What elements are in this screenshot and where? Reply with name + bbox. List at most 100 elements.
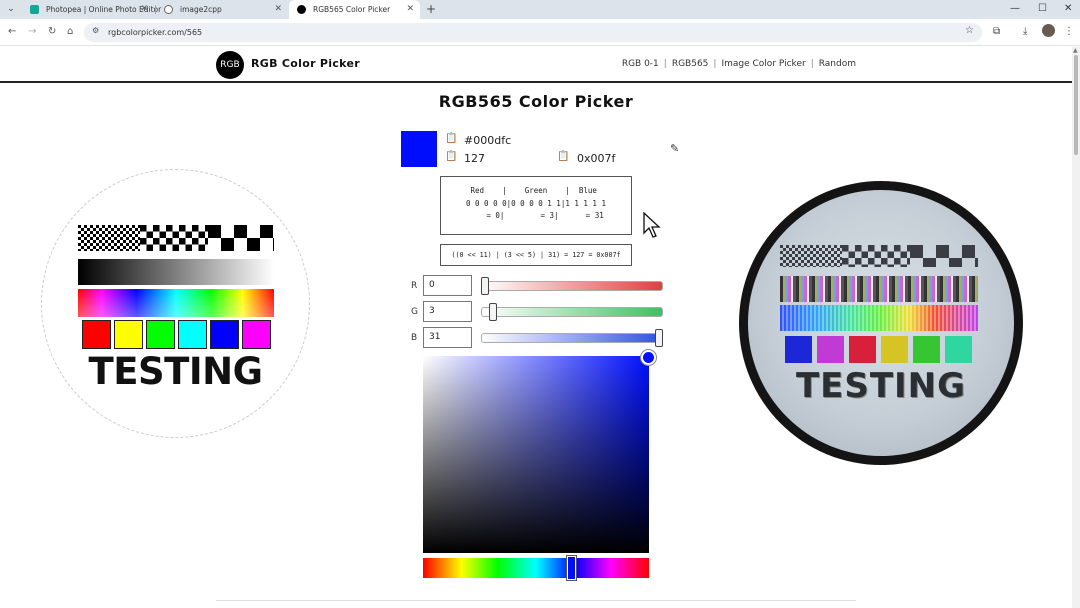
tab-photopea[interactable]: Photopea | Online Photo Editor ✕ [22, 0, 161, 19]
nav-link-image-picker[interactable]: Image Color Picker [721, 59, 805, 69]
clipboard-icon[interactable]: 📋 [557, 151, 569, 162]
grayscale-ramp [78, 259, 274, 285]
clipboard-icon[interactable]: 📋 [445, 133, 457, 144]
checker-cell [126, 249, 129, 251]
green-slider-thumb[interactable] [489, 303, 498, 321]
close-tab-icon[interactable]: ✕ [140, 0, 148, 19]
blue-input[interactable]: 31 [423, 327, 472, 348]
checker-cell [861, 251, 868, 258]
blue-slider-thumb[interactable] [655, 329, 663, 347]
checker-cell [78, 231, 81, 234]
checker-cell [786, 245, 789, 248]
checker-cell [117, 240, 120, 243]
checker-cell [923, 258, 936, 267]
forward-icon[interactable]: → [28, 25, 36, 39]
checker-cell [798, 245, 801, 248]
blue-slider[interactable] [481, 333, 663, 343]
picker-handle[interactable] [641, 350, 656, 365]
new-tab-button[interactable]: + [426, 0, 436, 18]
close-tab-icon[interactable]: ✕ [274, 0, 282, 19]
test-pattern-image: TESTING [41, 169, 310, 438]
checker-cell [138, 243, 140, 246]
checker-cell [792, 263, 795, 266]
nav-link-rgb565[interactable]: RGB565 [672, 59, 709, 69]
checker-cell [205, 238, 208, 245]
checker-cell [135, 234, 138, 237]
profile-avatar-icon[interactable] [1042, 24, 1055, 37]
close-tab-icon[interactable]: ✕ [406, 0, 414, 19]
more-menu-icon[interactable]: ⋮ [1064, 24, 1074, 40]
hex-value[interactable]: #000dfc [464, 134, 511, 147]
clipboard-icon[interactable]: 📋 [445, 151, 457, 162]
tab-image2cpp[interactable]: image2cpp ✕ [156, 0, 288, 19]
checker-cell [780, 263, 783, 266]
checker-cell [798, 257, 801, 260]
checker-cell [90, 249, 93, 251]
site-info-icon[interactable]: ⚙ [92, 26, 99, 35]
bits-binary: 0 0 0 0 0|0 0 0 0 1 1|1 1 1 1 1 [466, 198, 606, 208]
nav-link-rgb01[interactable]: RGB 0-1 [622, 59, 659, 69]
maximize-icon[interactable]: ☐ [1038, 0, 1047, 18]
back-icon[interactable]: ← [8, 25, 16, 39]
hue-slider[interactable] [423, 558, 649, 578]
checker-cell [78, 243, 81, 246]
home-icon[interactable]: ⌂ [67, 25, 73, 39]
checker-cell [260, 225, 273, 238]
nav-separator: | [713, 59, 717, 69]
decimal-value[interactable]: 127 [464, 152, 485, 165]
saturation-value-picker[interactable] [423, 356, 649, 553]
checker-cell [874, 251, 881, 258]
green-slider[interactable] [481, 307, 663, 317]
checker-cell [117, 228, 120, 231]
nav-link-random[interactable]: Random [819, 59, 856, 69]
checker-cell [881, 245, 888, 252]
tab-rgb565[interactable]: RGB565 Color Picker ✕ [289, 0, 420, 19]
red-slider-thumb[interactable] [481, 277, 489, 295]
checker-cell [813, 260, 816, 263]
bit-breakdown: Red | Green | Blue 0 0 0 0 0|0 0 0 0 1 1… [440, 176, 632, 235]
bits-header: Red | Green | Blue [470, 186, 602, 195]
checker-cell [135, 246, 138, 249]
checker-cell [949, 258, 962, 267]
checker-cell [789, 260, 792, 263]
tab-title: image2cpp [180, 5, 222, 14]
photo-color-square [881, 336, 908, 363]
url-text[interactable]: rgbcolorpicker.com/565 [108, 23, 202, 42]
checker-cell [837, 260, 840, 263]
scrollbar-thumb[interactable] [1074, 55, 1078, 155]
checker-cell [801, 248, 804, 251]
red-input[interactable]: 0 [423, 275, 472, 296]
reload-icon[interactable]: ↻ [48, 25, 56, 39]
checker-cell [108, 237, 111, 240]
red-slider[interactable] [481, 281, 663, 291]
download-icon[interactable]: ⤓ [1023, 24, 1027, 40]
close-window-icon[interactable]: ✕ [1064, 0, 1072, 18]
checker-cell [111, 240, 114, 243]
hex565-value[interactable]: 0x007f [577, 152, 615, 165]
site-logo[interactable]: RGB [216, 51, 244, 79]
checker-cell [96, 249, 99, 251]
extensions-icon[interactable]: ⧉ [993, 24, 1000, 40]
page-scrollbar[interactable]: ▲ [1072, 47, 1080, 608]
checker-cell [198, 231, 205, 238]
eyedropper-icon[interactable]: ✎ [670, 142, 679, 155]
checker-cell [93, 240, 96, 243]
minimize-icon[interactable]: — [1010, 0, 1020, 18]
checker-cell [90, 231, 93, 234]
checker-cell [132, 243, 135, 246]
chrome-menu-icon[interactable]: ⌄ [4, 3, 18, 16]
photopea-favicon-icon [30, 5, 39, 14]
checker-cell [87, 246, 90, 249]
scroll-up-icon[interactable]: ▲ [1073, 47, 1078, 54]
photo-color-square [849, 336, 876, 363]
checker-cell [837, 254, 840, 257]
checker-cell [123, 228, 126, 231]
checker-cell [842, 245, 849, 252]
checker-cell [816, 251, 819, 254]
hue-slider-thumb[interactable] [567, 556, 576, 580]
checker-cell [81, 240, 84, 243]
green-input[interactable]: 3 [423, 301, 472, 322]
bookmark-star-icon[interactable]: ☆ [965, 25, 974, 36]
site-brand[interactable]: RGB Color Picker [251, 57, 360, 70]
omnibox[interactable]: ⚙ rgbcolorpicker.com/565 ☆ [84, 23, 982, 42]
